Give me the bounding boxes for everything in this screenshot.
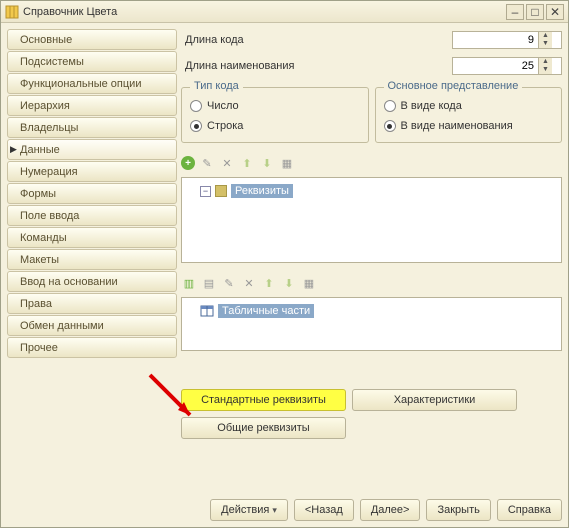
sidebar: Основные Подсистемы Функциональные опции… <box>7 29 177 487</box>
add-column-icon[interactable]: ▤ <box>201 275 217 291</box>
actions-button[interactable]: Действия <box>210 499 288 521</box>
edit-icon[interactable]: ✎ <box>221 275 237 291</box>
move-down-icon[interactable] <box>281 275 297 291</box>
app-icon <box>5 5 19 19</box>
sidebar-item-rights[interactable]: Права <box>7 293 177 314</box>
radio-string[interactable]: Строка <box>190 116 360 136</box>
sidebar-item-commands[interactable]: Команды <box>7 227 177 248</box>
name-length-label: Длина наименования <box>181 60 311 72</box>
code-length-label: Длина кода <box>181 34 311 46</box>
common-attrs-button[interactable]: Общие реквизиты <box>181 417 346 439</box>
standard-attrs-button[interactable]: Стандартные реквизиты <box>181 389 346 411</box>
table-icon <box>200 304 214 318</box>
radio-icon <box>384 120 396 132</box>
tabs-toolbar: ▥ ▤ ✎ ✕ ▦ <box>181 273 562 293</box>
tree-row-attrs[interactable]: − Реквизиты <box>186 182 557 200</box>
spin-down-icon[interactable]: ▼ <box>539 40 552 48</box>
code-length-spin[interactable]: ▲▼ <box>452 31 562 49</box>
edit-icon[interactable]: ✎ <box>199 155 215 171</box>
radio-icon <box>384 100 396 112</box>
spin-up-icon[interactable]: ▲ <box>539 32 552 40</box>
code-type-group: Тип кода Число Строка <box>181 87 369 143</box>
folder-icon <box>215 185 227 197</box>
characteristics-button[interactable]: Характеристики <box>352 389 517 411</box>
sidebar-item-input-field[interactable]: Поле ввода <box>7 205 177 226</box>
sidebar-item-templates[interactable]: Макеты <box>7 249 177 270</box>
name-length-spin[interactable]: ▲▼ <box>452 57 562 75</box>
add-icon[interactable]: + <box>181 156 195 170</box>
radio-icon <box>190 100 202 112</box>
attrs-tree[interactable]: − Реквизиты <box>181 177 562 263</box>
footer: Действия <Назад Далее> Закрыть Справка <box>1 493 568 527</box>
main-panel: Длина кода ▲▼ Длина наименования ▲▼ <box>181 29 562 487</box>
help-button[interactable]: Справка <box>497 499 562 521</box>
tree-row-tabs[interactable]: Табличные части <box>186 302 557 320</box>
back-button[interactable]: <Назад <box>294 499 354 521</box>
sidebar-item-forms[interactable]: Формы <box>7 183 177 204</box>
radio-as-code[interactable]: В виде кода <box>384 96 554 116</box>
code-type-legend: Тип кода <box>190 80 243 92</box>
name-length-input[interactable] <box>453 60 538 72</box>
sidebar-item-functional-options[interactable]: Функциональные опции <box>7 73 177 94</box>
sidebar-item-subsystems[interactable]: Подсистемы <box>7 51 177 72</box>
sidebar-item-exchange[interactable]: Обмен данными <box>7 315 177 336</box>
close-button[interactable]: ✕ <box>546 4 564 20</box>
delete-icon[interactable]: ✕ <box>241 275 257 291</box>
radio-icon <box>190 120 202 132</box>
delete-icon[interactable]: ✕ <box>219 155 235 171</box>
properties-icon[interactable]: ▦ <box>279 155 295 171</box>
spin-down-icon[interactable]: ▼ <box>539 66 552 74</box>
display-group: Основное представление В виде кода В вид… <box>375 87 563 143</box>
radio-as-name[interactable]: В виде наименования <box>384 116 554 136</box>
collapse-icon[interactable]: − <box>200 186 211 197</box>
spin-up-icon[interactable]: ▲ <box>539 58 552 66</box>
radio-number[interactable]: Число <box>190 96 360 116</box>
tree-label: Табличные части <box>218 304 314 318</box>
close-window-button[interactable]: Закрыть <box>426 499 490 521</box>
sidebar-item-numbering[interactable]: Нумерация <box>7 161 177 182</box>
sidebar-item-other[interactable]: Прочее <box>7 337 177 358</box>
sidebar-item-owners[interactable]: Владельцы <box>7 117 177 138</box>
display-legend: Основное представление <box>384 80 523 92</box>
sidebar-item-main[interactable]: Основные <box>7 29 177 50</box>
move-up-icon[interactable] <box>239 155 255 171</box>
code-length-input[interactable] <box>453 34 538 46</box>
sidebar-item-input-based-on[interactable]: Ввод на основании <box>7 271 177 292</box>
move-down-icon[interactable] <box>259 155 275 171</box>
sidebar-item-data[interactable]: ▶Данные <box>7 139 177 160</box>
add-table-icon[interactable]: ▥ <box>181 275 197 291</box>
sidebar-item-hierarchy[interactable]: Иерархия <box>7 95 177 116</box>
tabs-tree[interactable]: Табличные части <box>181 297 562 351</box>
minimize-button[interactable]: – <box>506 4 524 20</box>
properties-icon[interactable]: ▦ <box>301 275 317 291</box>
window-title: Справочник Цвета <box>23 6 506 18</box>
tree-label: Реквизиты <box>231 184 293 198</box>
titlebar: Справочник Цвета – □ ✕ <box>1 1 568 23</box>
attrs-toolbar: + ✎ ✕ ▦ <box>181 153 562 173</box>
next-button[interactable]: Далее> <box>360 499 421 521</box>
move-up-icon[interactable] <box>261 275 277 291</box>
maximize-button[interactable]: □ <box>526 4 544 20</box>
